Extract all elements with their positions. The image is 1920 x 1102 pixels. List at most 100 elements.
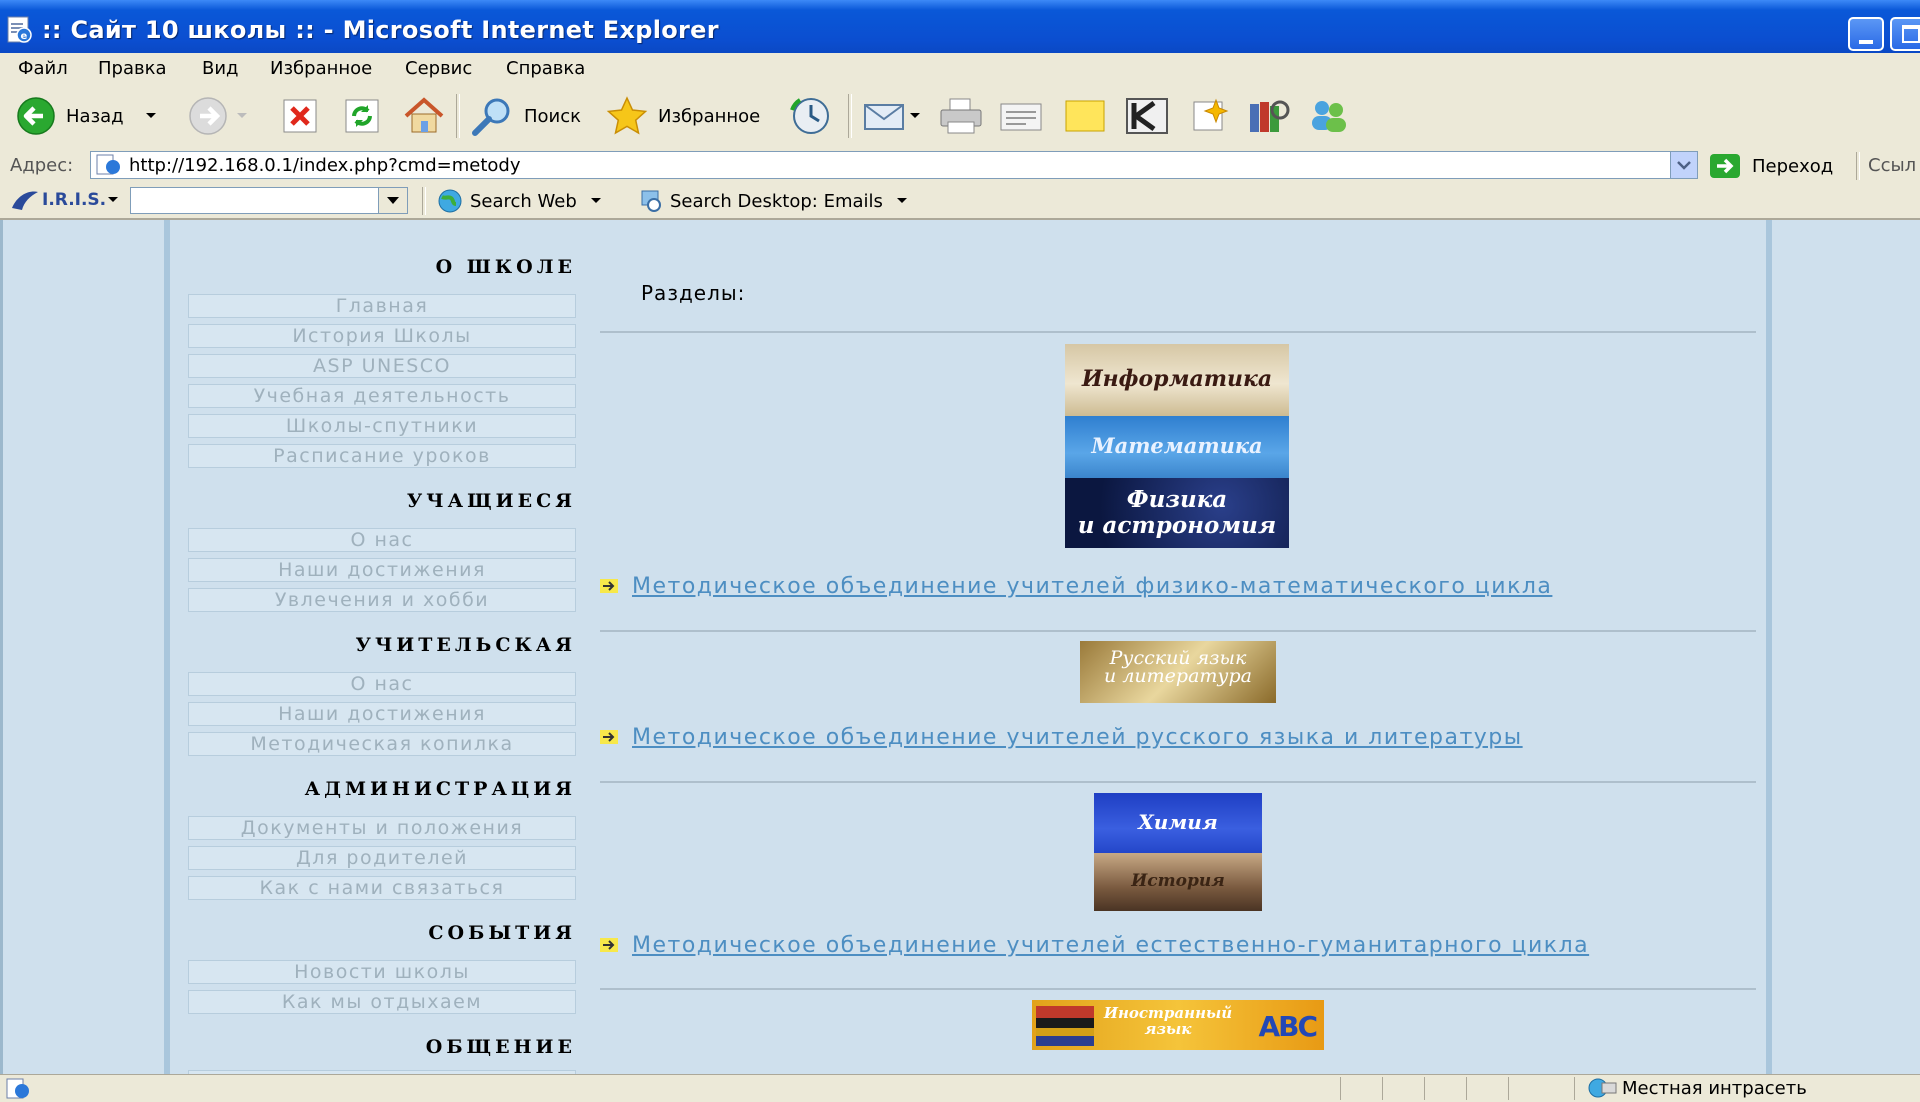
- status-divider: [1466, 1077, 1467, 1100]
- search-combo-input[interactable]: [130, 187, 408, 214]
- sidebar-heading-school: О ШКОЛЕ: [435, 256, 576, 278]
- stop-icon: [283, 99, 317, 133]
- sidebar-item-leisure[interactable]: Как мы отдыхаем: [188, 990, 576, 1014]
- menu-tools[interactable]: Сервис: [405, 58, 472, 79]
- sidebar-item-documents[interactable]: Документы и положения: [188, 816, 576, 840]
- edit-page-icon: [1000, 103, 1042, 131]
- research-button[interactable]: [1246, 96, 1292, 136]
- links-label[interactable]: Ссыл: [1868, 155, 1916, 176]
- maximize-button[interactable]: [1890, 17, 1920, 51]
- refresh-button[interactable]: [342, 96, 382, 136]
- mo-science-link-text[interactable]: Методическое объединение учителей естест…: [632, 933, 1589, 958]
- sidebar-item-asp-unesco[interactable]: ASP UNESCO: [188, 354, 576, 378]
- mo-fizmat-link-row[interactable]: Методическое объединение учителей физико…: [600, 571, 1552, 601]
- sections-heading: Разделы:: [641, 281, 746, 305]
- chevron-down-icon: [896, 198, 907, 203]
- sidebar-item-parents[interactable]: Для родителей: [188, 846, 576, 870]
- star-tool-button[interactable]: [1188, 96, 1234, 136]
- security-zone-label: Местная интрасеть: [1622, 1078, 1807, 1099]
- status-divider: [1574, 1077, 1575, 1100]
- page-viewport: О ШКОЛЕ Главная История Школы ASP UNESCO…: [0, 220, 1920, 1074]
- sidebar-heading-administration: АДМИНИСТРАЦИЯ: [304, 778, 576, 800]
- mo-russian-link-text[interactable]: Методическое объединение учителей русско…: [632, 725, 1523, 750]
- sidebar-heading-teachers: УЧИТЕЛЬСКАЯ: [355, 634, 576, 656]
- chevron-down-icon: [145, 113, 156, 118]
- mo-russian-link-row[interactable]: Методическое объединение учителей русско…: [600, 722, 1523, 752]
- messenger-button[interactable]: [1306, 96, 1352, 136]
- address-url: http://192.168.0.1/index.php?cmd=metody: [129, 155, 521, 176]
- back-button[interactable]: Назад: [14, 96, 162, 136]
- linksbar-separator: [422, 187, 426, 215]
- russkiy-banner[interactable]: Русский язык и литература: [1080, 641, 1276, 703]
- menu-edit[interactable]: Правка: [98, 58, 167, 79]
- chevron-down-icon: [108, 197, 119, 202]
- sidebar-item-teachers-about[interactable]: О нас: [188, 672, 576, 696]
- search-button[interactable]: Поиск: [470, 96, 581, 136]
- sidebar-item-teachers-achievements[interactable]: Наши достижения: [188, 702, 576, 726]
- printer-icon: [940, 98, 982, 134]
- minimize-button[interactable]: [1848, 17, 1884, 51]
- mo-fizmat-link-text[interactable]: Методическое объединение учителей физико…: [632, 574, 1552, 599]
- search-combo-dropdown[interactable]: [378, 188, 407, 213]
- page-left-edge: [0, 220, 3, 1074]
- search-label: Поиск: [524, 105, 582, 127]
- status-bar: Местная интрасеть: [0, 1074, 1920, 1102]
- inostr-banner[interactable]: Иностранный язык ABC: [1032, 1000, 1324, 1050]
- istoriya-banner-text: История: [1131, 871, 1225, 891]
- toolbar-separator: [848, 94, 852, 138]
- sidebar-item-students-about[interactable]: О нас: [188, 528, 576, 552]
- links-separator: [1856, 152, 1860, 180]
- matematika-banner[interactable]: Математика: [1065, 416, 1289, 478]
- forward-button[interactable]: [186, 96, 250, 136]
- sidebar-item-contact[interactable]: Как с нами связаться: [188, 876, 576, 900]
- sidebar-item-home[interactable]: Главная: [188, 294, 576, 318]
- informatika-banner[interactable]: Информатика: [1065, 344, 1289, 416]
- history-button[interactable]: [788, 96, 834, 136]
- people-icon: [1312, 101, 1346, 132]
- sidebar-item-students-achievements[interactable]: Наши достижения: [188, 558, 576, 582]
- sidebar-item-satellite-schools[interactable]: Школы-спутники: [188, 414, 576, 438]
- back-arrow-icon: [17, 97, 55, 135]
- sidebar-item-education[interactable]: Учебная деятельность: [188, 384, 576, 408]
- note-button[interactable]: [1062, 96, 1108, 136]
- menu-file[interactable]: Файл: [18, 58, 68, 79]
- status-divider: [1382, 1077, 1383, 1100]
- chevron-down-icon: [590, 198, 601, 203]
- menu-help[interactable]: Справка: [506, 58, 585, 79]
- menu-favorites[interactable]: Избранное: [270, 58, 372, 79]
- menu-view[interactable]: Вид: [202, 58, 239, 79]
- sidebar-item-methodical-bank[interactable]: Методическая копилка: [188, 732, 576, 756]
- fizika-banner[interactable]: Физика и астрономия: [1065, 478, 1289, 548]
- k-app-icon: [1126, 98, 1168, 134]
- sidebar-item-hobbies[interactable]: Увлечения и хобби: [188, 588, 576, 612]
- star-icon: [606, 96, 648, 135]
- address-input[interactable]: http://192.168.0.1/index.php?cmd=metody: [90, 151, 1698, 179]
- divider: [600, 781, 1756, 783]
- sidebar-item-history[interactable]: История Школы: [188, 324, 576, 348]
- search-web-button[interactable]: Search Web: [436, 188, 609, 214]
- search-desktop-button[interactable]: Search Desktop: Emails: [638, 188, 915, 214]
- russkiy-banner-text-2: и литература: [1104, 665, 1252, 687]
- home-button[interactable]: [402, 96, 446, 136]
- ie-page-icon: [96, 154, 120, 175]
- sidebar-item-schedule[interactable]: Расписание уроков: [188, 444, 576, 468]
- status-divider: [1424, 1077, 1425, 1100]
- mo-science-link-row[interactable]: Методическое объединение учителей естест…: [600, 930, 1589, 960]
- svg-text:e: e: [21, 31, 28, 42]
- fizika-banner-text-1: Физика: [1126, 486, 1228, 513]
- mail-button[interactable]: [862, 96, 922, 136]
- go-button[interactable]: Переход: [1708, 151, 1833, 181]
- istoriya-banner[interactable]: История: [1094, 853, 1262, 911]
- edit-button[interactable]: [998, 96, 1044, 136]
- divider: [600, 630, 1756, 632]
- himiya-banner[interactable]: Химия: [1094, 793, 1262, 853]
- favorites-button[interactable]: Избранное: [604, 96, 760, 136]
- stop-button[interactable]: [280, 96, 320, 136]
- address-dropdown-button[interactable]: [1670, 152, 1697, 178]
- chevron-down-icon: [1677, 161, 1691, 170]
- k-button[interactable]: [1124, 96, 1170, 136]
- iris-button[interactable]: I.R.I.S.: [10, 188, 120, 212]
- sidebar-item-news[interactable]: Новости школы: [188, 960, 576, 984]
- standard-toolbar: Назад Поиск Избранное: [0, 84, 1920, 150]
- print-button[interactable]: [938, 96, 984, 136]
